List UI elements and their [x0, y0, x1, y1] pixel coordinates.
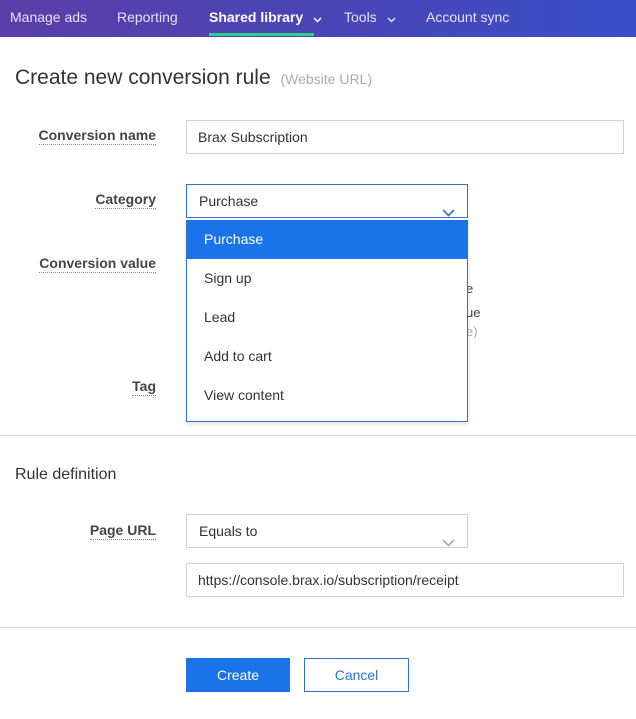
rule-definition-title: Rule definition	[15, 466, 117, 483]
chevron-down-icon	[313, 1, 322, 36]
chevron-down-icon	[442, 526, 455, 558]
nav-item-label: Reporting	[117, 9, 178, 25]
create-button[interactable]: Create	[186, 658, 290, 692]
section-divider	[0, 435, 636, 436]
conversion-name-input[interactable]: Brax Subscription	[186, 120, 624, 154]
nav-item-shared-library[interactable]: Shared library	[209, 0, 322, 37]
chevron-down-icon	[387, 1, 396, 36]
nav-item-tools[interactable]: Tools	[344, 0, 396, 37]
cancel-button[interactable]: Cancel	[304, 658, 409, 692]
nav-item-reporting[interactable]: Reporting	[117, 0, 178, 37]
dropdown-option-lead[interactable]: Lead	[187, 298, 467, 337]
category-label: Category	[95, 191, 156, 209]
category-dropdown-menu: Purchase Sign up Lead Add to cart View c…	[186, 220, 468, 422]
dropdown-option-purchase[interactable]: Purchase	[187, 220, 467, 259]
conversion-name-value: Brax Subscription	[198, 129, 308, 145]
nav-item-label: Account sync	[426, 9, 510, 25]
conversion-value-label: Conversion value	[39, 255, 156, 273]
category-selected-value: Purchase	[199, 193, 259, 209]
nav-item-label: Manage ads	[10, 9, 88, 25]
nav-item-manage-ads[interactable]: Manage ads	[10, 0, 87, 37]
dropdown-option-add-to-cart[interactable]: Add to cart	[187, 337, 467, 376]
page-url-label: Page URL	[89, 522, 156, 540]
tag-label: Tag	[132, 378, 156, 396]
conversion-value-option-fragment: ue	[466, 305, 481, 320]
page-url-input[interactable]: https://console.brax.io/subscription/rec…	[186, 563, 624, 597]
section-divider	[0, 627, 636, 628]
top-navigation: Manage ads Reporting Shared library Tool…	[0, 0, 636, 37]
nav-item-label: Tools	[344, 9, 377, 25]
page-title-text: Create new conversion rule	[15, 66, 271, 89]
category-select[interactable]: Purchase	[186, 184, 468, 218]
dropdown-option-sign-up[interactable]: Sign up	[187, 259, 467, 298]
page-url-value: https://console.brax.io/subscription/rec…	[198, 572, 459, 588]
page-title: Create new conversion rule (Website URL)	[15, 66, 372, 90]
conversion-name-label: Conversion name	[38, 127, 156, 145]
nav-item-label: Shared library	[209, 9, 304, 25]
active-tab-indicator	[209, 33, 314, 36]
url-operator-value: Equals to	[199, 523, 258, 539]
page-subtitle: (Website URL)	[280, 71, 373, 87]
nav-item-account-sync[interactable]: Account sync	[426, 0, 509, 37]
dropdown-option-view-content[interactable]: View content	[187, 376, 467, 415]
url-operator-select[interactable]: Equals to	[186, 514, 468, 548]
